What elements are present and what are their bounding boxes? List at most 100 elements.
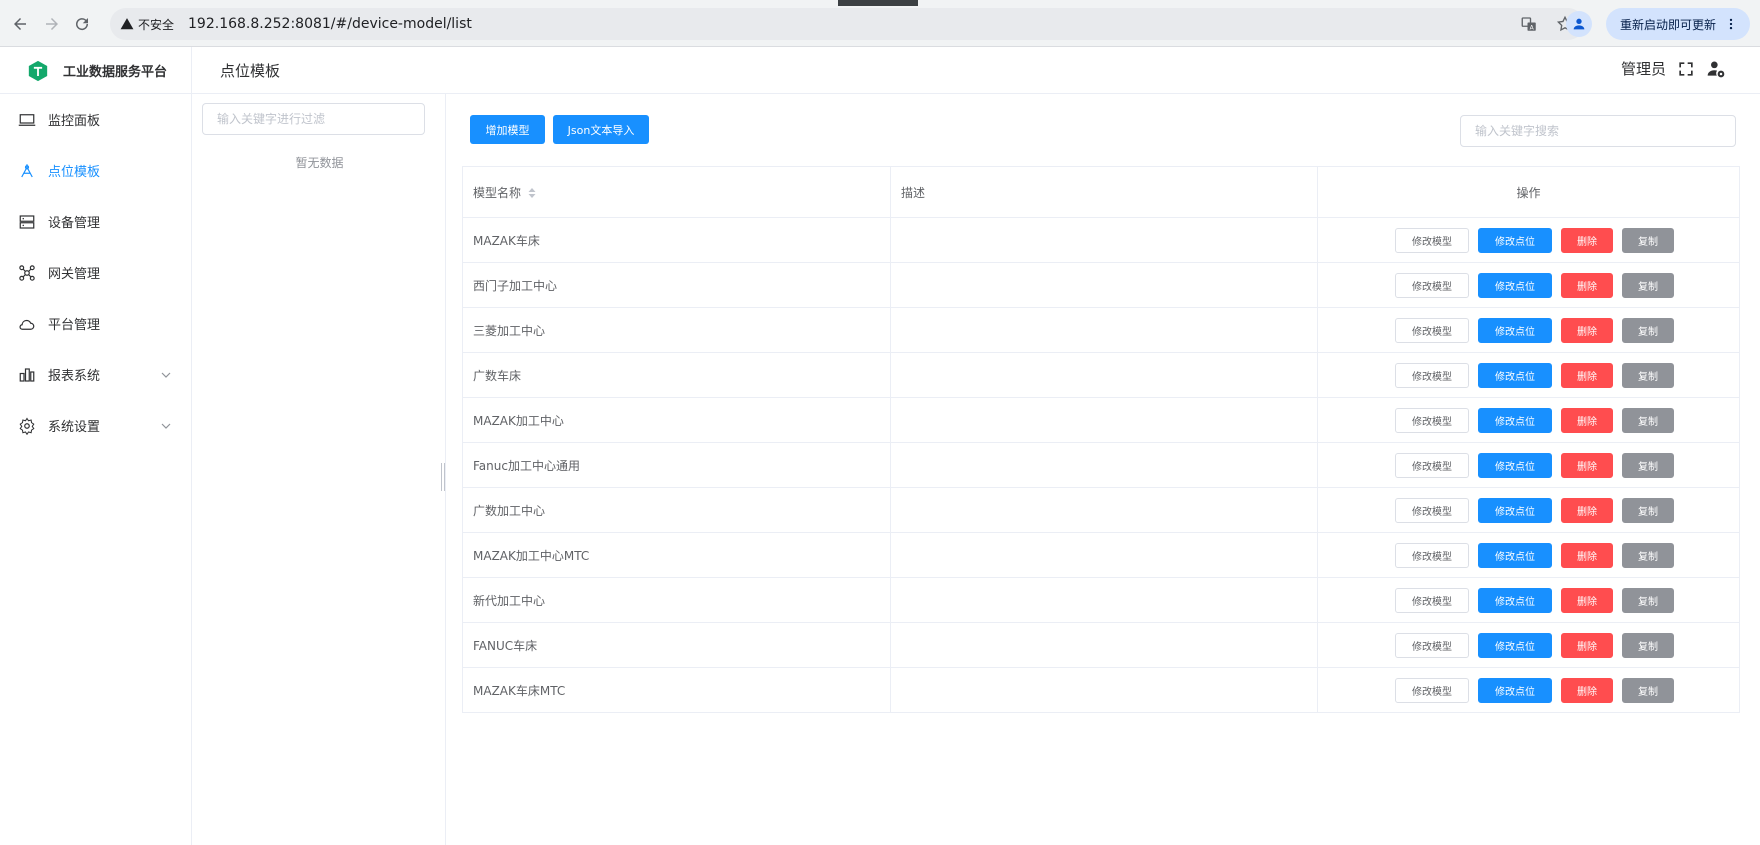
edit-model-button[interactable]: 修改模型 — [1395, 587, 1469, 613]
actions-cell: 修改模型 修改点位 删除 复制 — [1317, 577, 1740, 623]
address-bar[interactable]: 不安全 192.168.8.252:8081/#/device-model/li… — [110, 8, 1584, 40]
edit-points-button[interactable]: 修改点位 — [1478, 317, 1552, 343]
copy-button[interactable]: 复制 — [1622, 452, 1674, 478]
admin-name[interactable]: 管理员 — [1621, 58, 1666, 79]
delete-button[interactable]: 删除 — [1561, 677, 1613, 703]
actions-cell: 修改模型 修改点位 删除 复制 — [1317, 622, 1740, 668]
chevron-down-icon[interactable] — [161, 420, 171, 430]
delete-button[interactable]: 删除 — [1561, 272, 1613, 298]
reload-icon — [76, 18, 89, 31]
delete-button[interactable]: 删除 — [1561, 497, 1613, 523]
edit-points-button[interactable]: 修改点位 — [1478, 497, 1552, 523]
chevron-down-icon[interactable] — [161, 369, 171, 379]
edit-points-button[interactable]: 修改点位 — [1478, 227, 1552, 253]
fullscreen-icon[interactable] — [1676, 59, 1696, 79]
url-text[interactable]: 192.168.8.252:8081/#/device-model/list — [188, 16, 472, 32]
sidebar-item-template[interactable]: 点位模板 — [0, 145, 191, 196]
table-row: MAZAK加工中心MTC 修改模型 修改点位 删除 复制 — [462, 532, 1740, 578]
delete-button[interactable]: 删除 — [1561, 407, 1613, 433]
table-row: MAZAK车床MTC 修改模型 修改点位 删除 复制 — [462, 667, 1740, 713]
actions-cell: 修改模型 修改点位 删除 复制 — [1317, 262, 1740, 308]
delete-button[interactable]: 删除 — [1561, 542, 1613, 568]
brand-logo-icon — [28, 60, 48, 81]
window-drag-strip — [838, 0, 918, 6]
translate-icon[interactable]: A — [1520, 15, 1538, 33]
sidebar-item-label: 设备管理 — [48, 216, 101, 231]
table-row: Fanuc加工中心通用 修改模型 修改点位 删除 复制 — [462, 442, 1740, 488]
search-input[interactable] — [1460, 115, 1736, 147]
template-icon — [21, 163, 33, 177]
edit-model-button[interactable]: 修改模型 — [1395, 632, 1469, 658]
copy-button[interactable]: 复制 — [1622, 227, 1674, 253]
sidebar-item-settings[interactable]: 系统设置 — [0, 400, 191, 451]
sidebar-item-monitor[interactable]: 监控面板 — [0, 94, 191, 145]
delete-button[interactable]: 删除 — [1561, 632, 1613, 658]
insecure-badge[interactable]: 不安全 — [120, 15, 175, 33]
sidebar-item-label: 监控面板 — [48, 114, 101, 129]
reload-button[interactable] — [70, 12, 94, 36]
model-description-cell — [890, 622, 1318, 668]
sidebar-item-devices[interactable]: 设备管理 — [0, 196, 191, 247]
sort-icon[interactable] — [527, 187, 537, 199]
copy-button[interactable]: 复制 — [1622, 497, 1674, 523]
edit-model-button[interactable]: 修改模型 — [1395, 677, 1469, 703]
copy-button[interactable]: 复制 — [1622, 587, 1674, 613]
edit-points-button[interactable]: 修改点位 — [1478, 677, 1552, 703]
brand: 工业数据服务平台 — [0, 47, 192, 94]
tree-filter-input[interactable] — [202, 103, 425, 135]
delete-button[interactable]: 删除 — [1561, 452, 1613, 478]
column-header-description: 描述 — [890, 166, 1318, 218]
profile-avatar[interactable] — [1565, 11, 1592, 37]
table-body: MAZAK车床 修改模型 修改点位 删除 复制 西门子加工中心 修改模型 修改点位 删除 复制 三菱… — [462, 217, 1740, 713]
copy-button[interactable]: 复制 — [1622, 632, 1674, 658]
column-header-name[interactable]: 模型名称 — [462, 166, 891, 218]
edit-model-button[interactable]: 修改模型 — [1395, 272, 1469, 298]
actions-cell: 修改模型 修改点位 删除 复制 — [1317, 487, 1740, 533]
copy-button[interactable]: 复制 — [1622, 677, 1674, 703]
sidebar-item-gateway[interactable]: 网关管理 — [0, 247, 191, 298]
edit-model-button[interactable]: 修改模型 — [1395, 407, 1469, 433]
copy-button[interactable]: 复制 — [1622, 407, 1674, 433]
edit-points-button[interactable]: 修改点位 — [1478, 407, 1552, 433]
edit-points-button[interactable]: 修改点位 — [1478, 542, 1552, 568]
delete-button[interactable]: 删除 — [1561, 587, 1613, 613]
update-button[interactable]: 重新启动即可更新 — [1605, 8, 1750, 40]
copy-button[interactable]: 复制 — [1622, 542, 1674, 568]
copy-button[interactable]: 复制 — [1622, 317, 1674, 343]
edit-model-button[interactable]: 修改模型 — [1395, 452, 1469, 478]
delete-button[interactable]: 删除 — [1561, 317, 1613, 343]
edit-model-button[interactable]: 修改模型 — [1395, 317, 1469, 343]
delete-button[interactable]: 删除 — [1561, 227, 1613, 253]
add-model-button[interactable]: 增加模型 — [470, 115, 545, 144]
edit-points-button[interactable]: 修改点位 — [1478, 452, 1552, 478]
edit-model-button[interactable]: 修改模型 — [1395, 227, 1469, 253]
model-description-cell — [890, 397, 1318, 443]
copy-button[interactable]: 复制 — [1622, 272, 1674, 298]
gear-icon — [19, 417, 35, 435]
warning-icon — [120, 18, 134, 30]
delete-button[interactable]: 删除 — [1561, 362, 1613, 388]
forward-button[interactable] — [40, 12, 64, 36]
back-button[interactable] — [8, 12, 32, 36]
copy-button[interactable]: 复制 — [1622, 362, 1674, 388]
model-name-cell: Fanuc加工中心通用 — [462, 442, 891, 488]
json-import-button[interactable]: Json文本导入 — [553, 115, 649, 144]
sidebar-item-platform[interactable]: 平台管理 — [0, 298, 191, 349]
table-row: 西门子加工中心 修改模型 修改点位 删除 复制 — [462, 262, 1740, 308]
edit-points-button[interactable]: 修改点位 — [1478, 587, 1552, 613]
panel-resize-handle[interactable] — [441, 463, 445, 491]
sidebar-item-label: 平台管理 — [48, 318, 101, 333]
edit-model-button[interactable]: 修改模型 — [1395, 497, 1469, 523]
edit-points-button[interactable]: 修改点位 — [1478, 632, 1552, 658]
server-icon — [19, 214, 35, 229]
edit-points-button[interactable]: 修改点位 — [1478, 362, 1552, 388]
edit-points-button[interactable]: 修改点位 — [1478, 272, 1552, 298]
sidebar-item-reports[interactable]: 报表系统 — [0, 349, 191, 400]
edit-model-button[interactable]: 修改模型 — [1395, 542, 1469, 568]
model-name-cell: MAZAK加工中心 — [462, 397, 891, 443]
actions-cell: 修改模型 修改点位 删除 复制 — [1317, 532, 1740, 578]
user-settings-icon[interactable] — [1706, 59, 1726, 79]
sidebar-item-label: 网关管理 — [48, 267, 101, 282]
edit-model-button[interactable]: 修改模型 — [1395, 362, 1469, 388]
actions-cell: 修改模型 修改点位 删除 复制 — [1317, 667, 1740, 713]
